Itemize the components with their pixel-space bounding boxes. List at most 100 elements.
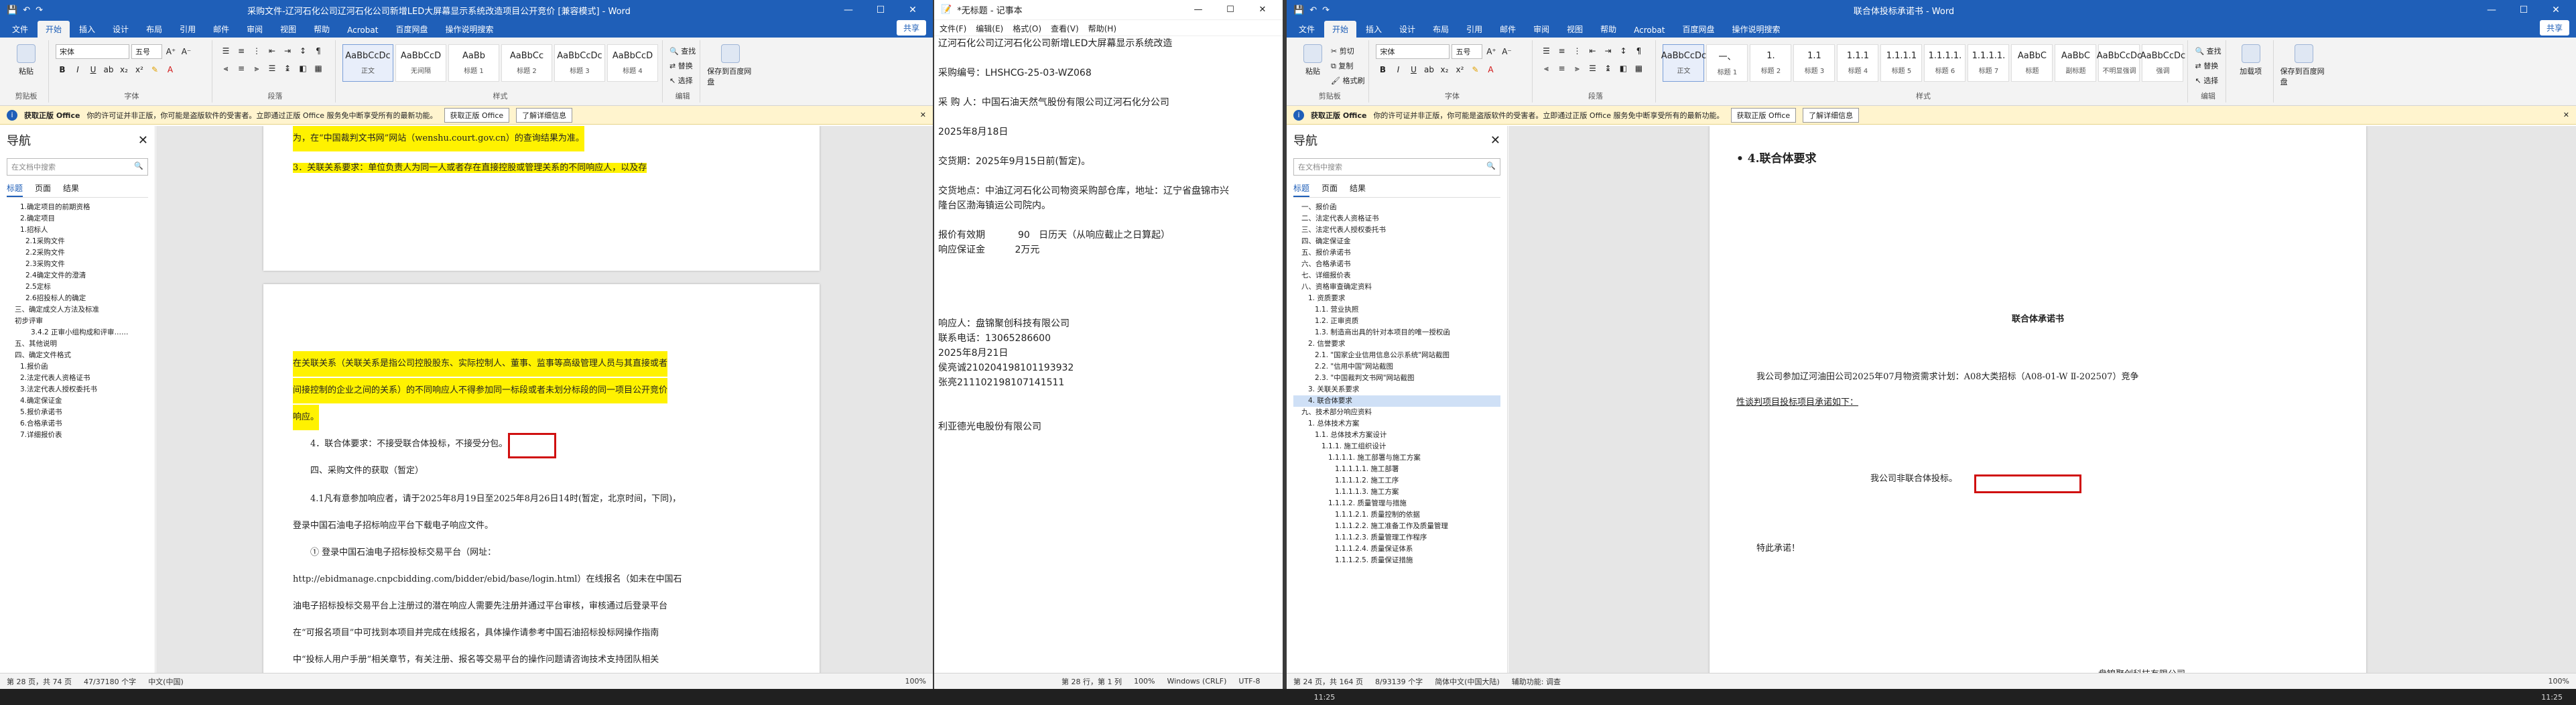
find-button[interactable]: 🔍 查找 bbox=[2195, 46, 2221, 56]
nav-heading-item[interactable]: 2.2. "信用中国"网站截图 bbox=[1293, 361, 1500, 373]
nav-heading-item[interactable]: 二、法定代表人资格证书 bbox=[1293, 213, 1500, 225]
doc-title[interactable]: 联合体承诺书 bbox=[1710, 307, 2366, 332]
italic-button[interactable]: I bbox=[71, 63, 84, 76]
doc-paragraph[interactable]: 中“投标人用户手册”相关章节，有关注册、报名等交易平台的操作问题请咨询技术支持团… bbox=[293, 647, 659, 673]
page-count[interactable]: 第 28 页，共 74 页 bbox=[7, 676, 72, 687]
close-button[interactable]: ✕ bbox=[899, 5, 926, 15]
nav-tab-results[interactable]: 结果 bbox=[63, 182, 79, 197]
increase-indent-icon[interactable]: ⇥ bbox=[1601, 44, 1614, 58]
align-right-icon[interactable]: ⫸ bbox=[1570, 62, 1584, 75]
save-to-baidu-button[interactable]: 保存到百度网盘 bbox=[2280, 40, 2327, 87]
nav-search-input[interactable]: 在文档中搜索 🔍 bbox=[1293, 158, 1500, 176]
copy-button[interactable]: ⧉ 复制 bbox=[1331, 60, 1364, 71]
font-name-select[interactable]: 宋体 bbox=[1376, 44, 1450, 59]
tab-design[interactable]: 设计 bbox=[1391, 21, 1423, 38]
nav-heading-item[interactable]: 1.1.1.2.1. 质量控制的依据 bbox=[1293, 509, 1500, 521]
nav-heading-item[interactable]: 5.报价承诺书 bbox=[7, 407, 148, 418]
nav-heading-item[interactable]: 2.3. "中国裁判文书网"网站截图 bbox=[1293, 373, 1500, 384]
style-gallery-item[interactable]: AaBbCcDc 不明显强调 bbox=[2097, 44, 2142, 82]
font-name-select[interactable]: 宋体 bbox=[56, 44, 129, 59]
sort-icon[interactable]: ↕ bbox=[296, 44, 310, 58]
tab-help[interactable]: 帮助 bbox=[1592, 21, 1624, 38]
tab-home[interactable]: 开始 bbox=[1324, 21, 1357, 38]
nav-tab-headings[interactable]: 标题 bbox=[1293, 182, 1310, 197]
font-size-select[interactable]: 五号 bbox=[1452, 44, 1483, 59]
zoom-level[interactable]: 100% bbox=[905, 677, 926, 686]
justify-icon[interactable]: ☰ bbox=[265, 62, 279, 75]
tab-references[interactable]: 引用 bbox=[1458, 21, 1490, 38]
style-no-spacing[interactable]: AaBbCcD 无间隔 bbox=[395, 44, 446, 82]
nav-heading-item[interactable]: 3.法定代表人授权委托书 bbox=[7, 384, 148, 395]
nav-heading-item[interactable]: 6.合格承诺书 bbox=[7, 418, 148, 430]
nav-heading-item[interactable]: 3. 关联关系要求 bbox=[1293, 384, 1500, 395]
bullets-icon[interactable]: ☰ bbox=[219, 44, 233, 58]
nav-heading-item[interactable]: 2.确定项目 bbox=[7, 213, 148, 225]
style-gallery-item[interactable]: AaBbCcDc 正文 bbox=[1661, 44, 1706, 82]
cut-button[interactable]: ✂ 剪切 bbox=[1331, 46, 1364, 56]
nav-heading-item[interactable]: 1.1.1.2.2. 施工准备工作及质量管理 bbox=[1293, 521, 1500, 532]
underline-button[interactable]: U bbox=[1407, 63, 1420, 76]
tell-me-search[interactable]: 操作说明搜索 bbox=[437, 21, 501, 38]
multilevel-icon[interactable]: ⋮ bbox=[250, 44, 263, 58]
style-gallery-item[interactable]: 1.1.1.1. 标题 7 bbox=[1968, 44, 2010, 82]
tab-mailings[interactable]: 邮件 bbox=[1492, 21, 1524, 38]
style-gallery-item[interactable]: AaBbC 副标题 bbox=[2055, 44, 2097, 82]
tab-review[interactable]: 审阅 bbox=[239, 21, 271, 38]
nav-heading-item[interactable]: 7.详细报价表 bbox=[7, 430, 148, 441]
tab-file[interactable]: 文件 bbox=[4, 21, 36, 38]
nav-heading-item[interactable]: 1. 资质要求 bbox=[1293, 293, 1500, 304]
learn-more-button[interactable]: 了解详细信息 bbox=[516, 107, 573, 123]
shrink-font-icon[interactable]: A⁻ bbox=[180, 45, 193, 58]
superscript-button[interactable]: x² bbox=[1453, 63, 1466, 76]
menu-view[interactable]: 查看(V) bbox=[1051, 23, 1079, 34]
font-size-select[interactable]: 五号 bbox=[131, 44, 162, 59]
minimize-button[interactable]: — bbox=[2478, 5, 2505, 15]
nav-heading-item[interactable]: 1.1. 营业执照 bbox=[1293, 304, 1500, 316]
style-gallery-item[interactable]: 1.1.1 标题 4 bbox=[1837, 44, 1879, 82]
undo-icon[interactable]: ↶ bbox=[1309, 5, 1317, 15]
close-button[interactable]: ✕ bbox=[2542, 5, 2569, 15]
tab-references[interactable]: 引用 bbox=[172, 21, 204, 38]
nav-heading-item[interactable]: 1.1.1.1.3. 施工方案 bbox=[1293, 487, 1500, 498]
save-icon[interactable]: 💾 bbox=[1293, 5, 1304, 15]
select-button[interactable]: ↖ 选择 bbox=[669, 75, 696, 86]
doc-paragraph[interactable]: 性谈判项目投标项目承诺如下： bbox=[1736, 390, 1858, 415]
doc-paragraph[interactable]: 登录中国石油电子招标响应平台下载电子响应文件。 bbox=[293, 513, 493, 539]
nav-heading-item[interactable]: 2.5定标 bbox=[7, 281, 148, 293]
tab-layout[interactable]: 布局 bbox=[1425, 21, 1457, 38]
nav-heading-item[interactable]: 1.报价函 bbox=[7, 361, 148, 373]
style-gallery-item[interactable]: 1.1 标题 3 bbox=[1793, 44, 1836, 82]
doc-paragraph[interactable]: 响应。 bbox=[293, 405, 320, 430]
subscript-button[interactable]: x₂ bbox=[1437, 63, 1451, 76]
doc-paragraph[interactable]: 四、采购文件的获取（暂定） bbox=[310, 458, 424, 484]
undo-icon[interactable]: ↶ bbox=[23, 5, 30, 15]
nav-heading-item[interactable]: 三、法定代表人授权委托书 bbox=[1293, 225, 1500, 236]
nav-heading-item[interactable]: 3.4.2 正审小组构成和评审…… bbox=[7, 327, 148, 338]
close-nav-icon[interactable]: ✕ bbox=[1490, 133, 1500, 147]
tab-baidu[interactable]: 百度网盘 bbox=[1674, 21, 1722, 38]
save-to-baidu-button[interactable]: 保存到百度网盘 bbox=[707, 40, 754, 87]
style-gallery-item[interactable]: 1.1.1.1 标题 5 bbox=[1880, 44, 1923, 82]
page-count[interactable]: 第 24 页，共 164 页 bbox=[1293, 676, 1363, 687]
decrease-indent-icon[interactable]: ⇤ bbox=[265, 44, 279, 58]
style-gallery-item[interactable]: 1.1.1.1. 标题 6 bbox=[1924, 44, 1966, 82]
redo-icon[interactable]: ↷ bbox=[36, 5, 43, 15]
paste-button[interactable]: 粘贴 bbox=[8, 40, 44, 76]
word-count[interactable]: 47/37180 个字 bbox=[84, 676, 136, 687]
signature-line[interactable]: 盘锦聚创科技有限公司 bbox=[2098, 662, 2185, 673]
nav-heading-item[interactable]: 1.1.1.2.3. 质量管理工作程序 bbox=[1293, 532, 1500, 543]
nav-heading-item[interactable]: 2.1采购文件 bbox=[7, 236, 148, 247]
nav-heading-item[interactable]: 1.3. 制造商出具的针对本项目的唯一授权函 bbox=[1293, 327, 1500, 338]
tab-baidu[interactable]: 百度网盘 bbox=[387, 21, 436, 38]
close-nav-icon[interactable]: ✕ bbox=[138, 133, 148, 147]
replace-button[interactable]: ⇄ 替换 bbox=[669, 60, 696, 71]
doc-paragraph[interactable]: 4.1凡有意参加响应者，请于2025年8月19日至2025年8月26日14时(暂… bbox=[310, 487, 681, 512]
style-heading-2[interactable]: AaBbCc 标题 2 bbox=[501, 44, 552, 82]
tab-file[interactable]: 文件 bbox=[1291, 21, 1323, 38]
nav-heading-item[interactable]: 八、资格审查确定资料 bbox=[1293, 281, 1500, 293]
close-infobar-icon[interactable]: ✕ bbox=[2563, 111, 2569, 119]
taskbar-clock[interactable]: 11:25 bbox=[2541, 693, 2563, 702]
style-heading-4[interactable]: AaBbCcD 标题 4 bbox=[607, 44, 658, 82]
tab-insert[interactable]: 插入 bbox=[1358, 21, 1390, 38]
nav-heading-item[interactable]: 1.1.1.2. 质量管理与措施 bbox=[1293, 498, 1500, 509]
